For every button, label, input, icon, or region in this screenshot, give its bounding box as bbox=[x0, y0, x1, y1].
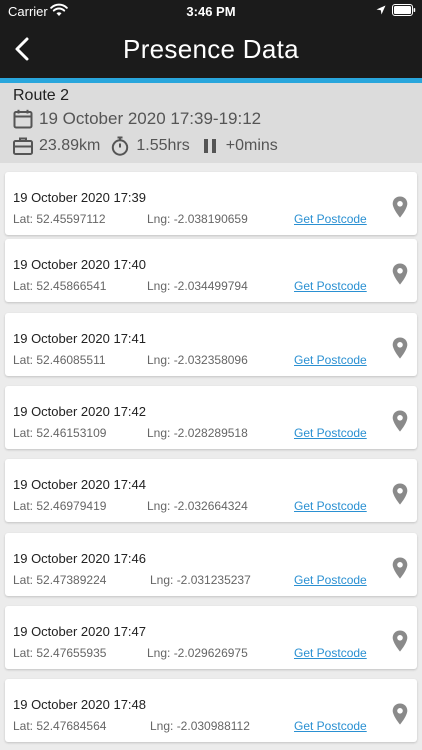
map-pin-icon[interactable] bbox=[392, 630, 408, 652]
entry-longitude: Lng: -2.032358096 bbox=[147, 353, 248, 367]
nav-bar: Presence Data bbox=[0, 22, 422, 78]
app-screen: Carrier 3:46 PM Presence Data Route 2 19… bbox=[0, 0, 422, 750]
presence-list[interactable]: 19 October 2020 17:39 Lat: 52.45597112 L… bbox=[0, 163, 422, 750]
entry-timestamp: 19 October 2020 17:44 bbox=[13, 477, 146, 492]
map-pin-icon[interactable] bbox=[392, 410, 408, 432]
route-stats-row: 23.89km 1.55hrs +0mins bbox=[13, 135, 288, 157]
top-bar: Carrier 3:46 PM Presence Data bbox=[0, 0, 422, 78]
entry-latitude: Lat: 52.46979419 bbox=[13, 499, 107, 513]
map-pin-icon[interactable] bbox=[392, 483, 408, 505]
map-pin-icon[interactable] bbox=[392, 703, 408, 725]
list-item: 19 October 2020 17:46 Lat: 52.47389224 L… bbox=[5, 533, 417, 596]
entry-timestamp: 19 October 2020 17:40 bbox=[13, 257, 146, 272]
route-distance: 23.89km bbox=[39, 137, 101, 154]
list-item: 19 October 2020 17:42 Lat: 52.46153109 L… bbox=[5, 386, 417, 449]
list-item: 19 October 2020 17:48 Lat: 52.47684564 L… bbox=[5, 679, 417, 742]
location-arrow-icon bbox=[376, 5, 386, 15]
list-item: 19 October 2020 17:39 Lat: 52.45597112 L… bbox=[5, 172, 417, 235]
status-time: 3:46 PM bbox=[186, 4, 236, 19]
entry-timestamp: 19 October 2020 17:41 bbox=[13, 331, 146, 346]
get-postcode-link[interactable]: Get Postcode bbox=[294, 353, 367, 367]
battery-icon bbox=[392, 4, 416, 16]
list-item: 19 October 2020 17:40 Lat: 52.45866541 L… bbox=[5, 239, 417, 302]
get-postcode-link[interactable]: Get Postcode bbox=[294, 646, 367, 660]
entry-latitude: Lat: 52.46153109 bbox=[13, 426, 107, 440]
entry-timestamp: 19 October 2020 17:39 bbox=[13, 190, 146, 205]
entry-longitude: Lng: -2.028289518 bbox=[147, 426, 248, 440]
entry-longitude: Lng: -2.038190659 bbox=[147, 212, 248, 226]
entry-latitude: Lat: 52.47684564 bbox=[13, 719, 107, 733]
status-bar: Carrier 3:46 PM bbox=[0, 0, 422, 22]
entry-timestamp: 19 October 2020 17:46 bbox=[13, 551, 146, 566]
map-pin-icon[interactable] bbox=[392, 263, 408, 285]
entry-timestamp: 19 October 2020 17:42 bbox=[13, 404, 146, 419]
get-postcode-link[interactable]: Get Postcode bbox=[294, 426, 367, 440]
map-pin-icon[interactable] bbox=[392, 557, 408, 579]
list-item: 19 October 2020 17:41 Lat: 52.46085511 L… bbox=[5, 313, 417, 376]
entry-timestamp: 19 October 2020 17:48 bbox=[13, 697, 146, 712]
entry-latitude: Lat: 52.45597112 bbox=[13, 212, 106, 226]
route-name: Route 2 bbox=[13, 87, 70, 104]
map-pin-icon[interactable] bbox=[392, 196, 408, 218]
entry-longitude: Lng: -2.032664324 bbox=[147, 499, 248, 513]
calendar-icon bbox=[13, 109, 33, 129]
list-item: 19 October 2020 17:44 Lat: 52.46979419 L… bbox=[5, 459, 417, 522]
list-item: 19 October 2020 17:47 Lat: 52.47655935 L… bbox=[5, 606, 417, 669]
entry-latitude: Lat: 52.45866541 bbox=[13, 279, 107, 293]
entry-latitude: Lat: 52.46085511 bbox=[13, 353, 106, 367]
pause-icon bbox=[203, 139, 216, 153]
get-postcode-link[interactable]: Get Postcode bbox=[294, 212, 367, 226]
route-duration: 1.55hrs bbox=[136, 137, 190, 154]
get-postcode-link[interactable]: Get Postcode bbox=[294, 499, 367, 513]
get-postcode-link[interactable]: Get Postcode bbox=[294, 279, 367, 293]
route-date-range: 19 October 2020 17:39-19:12 bbox=[39, 109, 262, 128]
entry-longitude: Lng: -2.030988112 bbox=[150, 719, 250, 733]
route-paused-time: +0mins bbox=[225, 137, 278, 154]
entry-latitude: Lat: 52.47655935 bbox=[13, 646, 107, 660]
route-date-row: 19 October 2020 17:39-19:12 bbox=[13, 108, 261, 130]
page-title: Presence Data bbox=[123, 34, 299, 64]
route-summary: Route 2 19 October 2020 17:39-19:12 23.8… bbox=[0, 83, 422, 163]
get-postcode-link[interactable]: Get Postcode bbox=[294, 719, 367, 733]
entry-longitude: Lng: -2.034499794 bbox=[147, 279, 248, 293]
stopwatch-icon bbox=[112, 136, 129, 156]
entry-latitude: Lat: 52.47389224 bbox=[13, 573, 107, 587]
map-pin-icon[interactable] bbox=[392, 337, 408, 359]
entry-timestamp: 19 October 2020 17:47 bbox=[13, 624, 146, 639]
entry-longitude: Lng: -2.031235237 bbox=[150, 573, 251, 587]
briefcase-icon bbox=[13, 137, 33, 155]
get-postcode-link[interactable]: Get Postcode bbox=[294, 573, 367, 587]
entry-longitude: Lng: -2.029626975 bbox=[147, 646, 248, 660]
